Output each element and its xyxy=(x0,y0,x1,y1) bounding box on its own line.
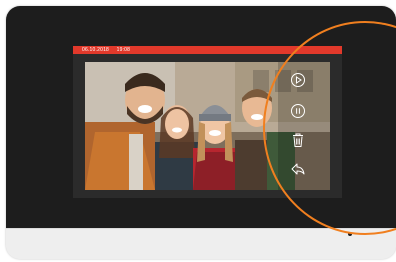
status-date: 06.10.2018 xyxy=(82,47,110,53)
status-time: 19:08 xyxy=(116,47,131,53)
monitor-base xyxy=(6,228,396,259)
video-intercom-monitor: 06.10.2018 19:08 xyxy=(6,6,396,259)
